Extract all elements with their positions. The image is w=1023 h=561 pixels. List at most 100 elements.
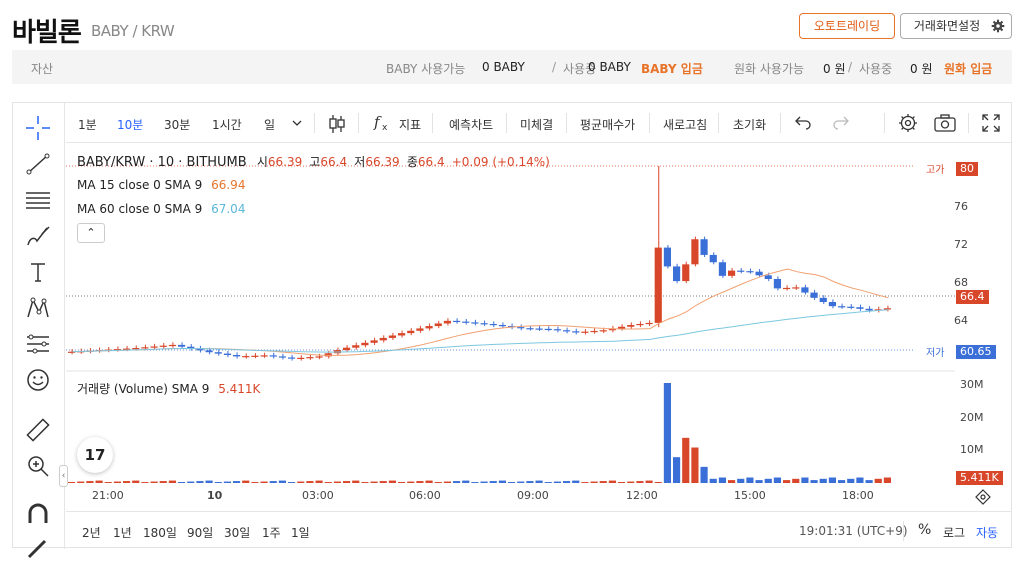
candle	[773, 278, 781, 289]
time-axis-label: 15:00	[734, 489, 766, 502]
volume-bar	[572, 480, 580, 483]
candle-type-icon[interactable]	[328, 114, 346, 134]
volume-bar	[608, 480, 616, 483]
volume-bar	[526, 481, 534, 483]
candle	[242, 356, 250, 358]
screen-settings-button[interactable]: 거래화면설정	[900, 13, 1012, 39]
candle	[535, 328, 543, 330]
candle	[718, 262, 726, 276]
volume-label: 거래량 (Volume) SMA 9	[77, 382, 210, 396]
range-2y[interactable]: 2년	[82, 524, 101, 541]
ma60-value: 67.04	[211, 202, 246, 216]
krw-in-use-value: 0 원	[910, 62, 933, 76]
volume-bar	[123, 481, 131, 483]
volume-bar	[663, 383, 671, 483]
range-30d[interactable]: 30일	[224, 524, 250, 541]
interval-1h[interactable]: 1시간	[212, 116, 242, 133]
range-180d[interactable]: 180일	[143, 524, 177, 541]
krw-deposit-link[interactable]: 원화 입금	[944, 60, 992, 77]
candle	[517, 327, 525, 329]
legend-collapse-button[interactable]: ⌃	[77, 223, 105, 243]
volume-bar	[773, 477, 781, 483]
divider	[566, 113, 567, 133]
unfilled-orders-button[interactable]: 미체결	[520, 116, 553, 133]
interval-1m[interactable]: 1분	[78, 116, 97, 133]
candle	[764, 275, 772, 279]
ruler-icon[interactable]	[25, 417, 51, 443]
divider	[903, 521, 904, 541]
time-axis-label: 18:00	[842, 489, 874, 502]
volume-bar	[764, 478, 772, 483]
percent-toggle[interactable]: %	[918, 522, 931, 538]
coin-deposit-link[interactable]: BABY 입금	[641, 60, 703, 77]
ma60-legend: MA 60 close 0 SMA 9 67.04	[77, 202, 245, 216]
price-chart[interactable]	[66, 143, 955, 486]
undo-icon[interactable]	[794, 116, 812, 130]
candle	[343, 347, 351, 351]
range-1w[interactable]: 1주	[262, 524, 281, 541]
divider	[432, 113, 433, 133]
interval-day[interactable]: 일	[264, 116, 275, 133]
clock-time[interactable]: 19:01:31 (UTC+9)	[799, 524, 908, 538]
volume-bar	[792, 478, 800, 483]
fib-retracement-icon[interactable]	[25, 187, 51, 213]
settings-gear-icon[interactable]	[898, 113, 918, 133]
interval-10m[interactable]: 10분	[117, 116, 143, 133]
chevron-down-icon[interactable]	[292, 119, 302, 127]
camera-icon[interactable]	[934, 114, 956, 132]
indicators-button[interactable]: 지표	[399, 116, 421, 133]
candle	[599, 330, 607, 332]
interval-30m[interactable]: 30분	[164, 116, 190, 133]
auto-trading-button[interactable]: 오토트레이딩	[799, 13, 895, 39]
zoom-in-icon[interactable]	[25, 453, 51, 479]
volume-bar	[260, 481, 268, 483]
fullscreen-icon[interactable]	[982, 114, 1000, 132]
candle	[498, 325, 506, 327]
volume-bar	[489, 481, 497, 483]
volume-bar	[196, 481, 204, 483]
candle	[233, 355, 241, 357]
candle	[260, 355, 268, 357]
pattern-icon[interactable]	[25, 295, 51, 321]
time-axis-label: 03:00	[302, 489, 334, 502]
magnet-icon[interactable]	[25, 501, 51, 527]
reset-button[interactable]: 초기화	[733, 116, 766, 133]
drawing-toolbar	[13, 103, 65, 559]
volume-bar	[95, 480, 103, 483]
volume-bar	[856, 477, 864, 483]
trend-line-icon[interactable]	[25, 151, 51, 177]
candle	[673, 266, 681, 282]
forecast-chart-button[interactable]: 예측차트	[449, 116, 493, 133]
log-toggle[interactable]: 로그	[943, 524, 965, 541]
pencil-lock-icon[interactable]	[25, 535, 51, 561]
volume-bar	[508, 482, 516, 483]
brush-icon[interactable]	[25, 223, 51, 249]
auto-toggle[interactable]: 자동	[976, 524, 998, 541]
projection-icon[interactable]	[25, 331, 51, 357]
range-90d[interactable]: 90일	[187, 524, 213, 541]
volume-bar	[563, 481, 571, 483]
high-price-tag: 80	[956, 162, 978, 176]
volume-bar	[553, 481, 561, 483]
target-icon[interactable]	[975, 489, 991, 505]
candle	[306, 357, 314, 359]
text-icon[interactable]	[25, 259, 51, 285]
volume-bar	[718, 477, 726, 483]
range-1y[interactable]: 1년	[113, 524, 132, 541]
smiley-icon[interactable]	[25, 367, 51, 393]
fx-icon[interactable]: f	[374, 113, 380, 131]
volume-bar	[838, 480, 846, 483]
volume-bar	[581, 482, 589, 483]
volume-bar	[214, 482, 222, 483]
crosshair-icon[interactable]	[25, 115, 51, 141]
range-1d[interactable]: 1일	[291, 524, 310, 541]
volume-bar	[828, 477, 836, 483]
candle	[251, 355, 259, 357]
tradingview-logo-icon[interactable]: 17	[77, 437, 113, 473]
candle	[709, 254, 717, 263]
refresh-button[interactable]: 새로고침	[663, 116, 707, 133]
volume-sma-value: 5.411K	[218, 382, 261, 396]
redo-icon[interactable]	[832, 116, 850, 130]
avg-buy-price-button[interactable]: 평균매수가	[580, 116, 635, 133]
high-marker-label: 고가	[926, 165, 945, 176]
